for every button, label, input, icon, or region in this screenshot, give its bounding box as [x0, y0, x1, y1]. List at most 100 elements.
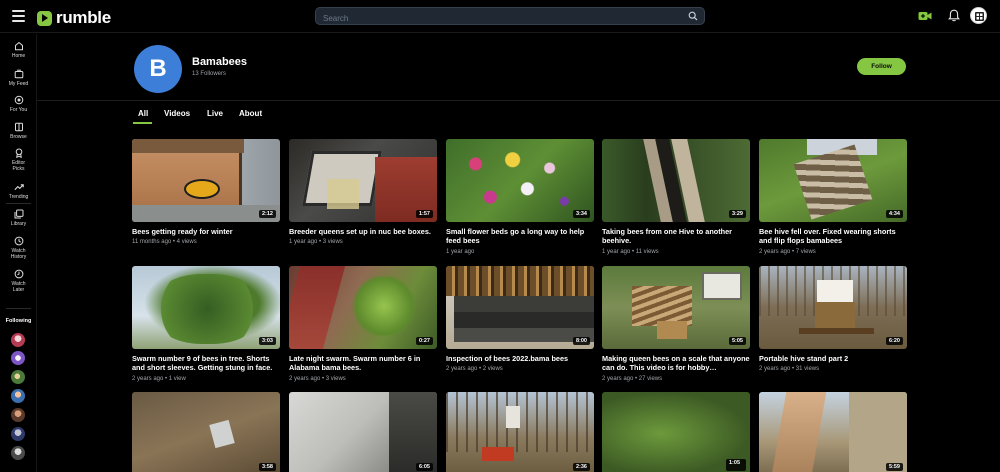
sidebar-item-browse[interactable]: Browse: [0, 122, 37, 140]
upload-video-icon[interactable]: [918, 10, 932, 22]
tab-live[interactable]: Live: [207, 109, 223, 118]
video-thumbnail[interactable]: 2:12: [132, 139, 280, 222]
video-card[interactable]: 3:29 Taking bees from one Hive to anothe…: [602, 139, 750, 256]
video-duration: 3:29: [728, 210, 746, 218]
video-meta: 2 years ago • 7 views: [759, 248, 816, 255]
video-meta: 2 years ago • 31 views: [759, 366, 820, 373]
sidebar-item-home[interactable]: Home: [0, 41, 37, 59]
video-card[interactable]: 8:00 Inspection of bees 2022.bama bees 2…: [446, 266, 594, 373]
sidebar-item-editor-picks[interactable]: Editor Picks: [0, 148, 37, 172]
video-thumbnail[interactable]: 3:34: [446, 139, 594, 222]
followed-channel-avatar[interactable]: [11, 389, 25, 403]
video-title[interactable]: Inspection of bees 2022.bama bees: [446, 354, 594, 363]
sidebar: Home My Feed For You Browse Editor Picks…: [0, 34, 37, 472]
notifications-bell-icon[interactable]: [948, 9, 960, 22]
video-thumbnail[interactable]: 5:59: [759, 392, 907, 472]
video-title[interactable]: Bee hive fell over. Fixed wearing shorts…: [759, 227, 907, 246]
video-thumbnail[interactable]: 3:29: [602, 139, 750, 222]
video-duration: 8:00: [572, 337, 590, 345]
followed-channel-avatar[interactable]: [11, 446, 25, 460]
video-thumbnail[interactable]: 1:57: [289, 139, 437, 222]
sidebar-item-watch-later[interactable]: Watch Later: [0, 269, 37, 293]
video-card[interactable]: 3:58: [132, 392, 280, 472]
sidebar-item-my-feed[interactable]: My Feed: [0, 69, 37, 87]
sidebar-item-label: For You: [9, 107, 28, 113]
home-icon: [14, 41, 23, 51]
channel-name: Bamabees: [192, 56, 248, 68]
video-thumbnail[interactable]: 2:36: [446, 392, 594, 472]
video-card[interactable]: 2:12 Bees getting ready for winter 11 mo…: [132, 139, 280, 246]
video-card[interactable]: 5:59: [759, 392, 907, 472]
video-card[interactable]: 2:36: [446, 392, 594, 472]
video-thumbnail[interactable]: 6:05: [289, 392, 437, 472]
video-card[interactable]: 3:03 Swarm number 9 of bees in tree. Sho…: [132, 266, 280, 383]
header-divider: [37, 100, 1000, 101]
search-icon[interactable]: [688, 11, 698, 21]
video-meta: 2 years ago • 27 views: [602, 375, 663, 382]
video-card[interactable]: 6:20 Portable hive stand part 2 2 years …: [759, 266, 907, 373]
feed-icon: [14, 69, 23, 79]
video-duration: 6:20: [885, 337, 903, 345]
video-title[interactable]: Taking bees from one Hive to another bee…: [602, 227, 750, 246]
video-duration: 5:59: [885, 463, 903, 471]
followed-channel-avatar[interactable]: [11, 333, 25, 347]
video-thumbnail[interactable]: 4:34: [759, 139, 907, 222]
sidebar-item-label: Editor Picks: [11, 160, 26, 172]
user-avatar[interactable]: [970, 7, 987, 24]
video-title[interactable]: Swarm number 9 of bees in tree. Shorts a…: [132, 354, 280, 373]
tab-about[interactable]: About: [239, 109, 262, 118]
followed-channel-avatar[interactable]: [11, 427, 25, 441]
search-input[interactable]: [316, 10, 704, 27]
sidebar-divider: [6, 203, 31, 204]
video-card[interactable]: 3:34 Small flower beds go a long way to …: [446, 139, 594, 256]
sidebar-item-label: Home: [11, 53, 26, 59]
video-card[interactable]: 0:27 Late night swarm. Swarm number 6 in…: [289, 266, 437, 383]
video-meta: 11 months ago • 4 views: [132, 239, 197, 246]
active-tab-indicator: [133, 122, 152, 124]
video-card[interactable]: 5:05 Making queen bees on a scale that a…: [602, 266, 750, 383]
video-title[interactable]: Small flower beds go a long way to help …: [446, 227, 594, 246]
video-duration: 1:57: [415, 210, 433, 218]
video-card[interactable]: 4:34 Bee hive fell over. Fixed wearing s…: [759, 139, 907, 256]
sidebar-item-label: Library: [10, 221, 27, 227]
video-meta: 2 years ago • 3 views: [289, 375, 346, 382]
followed-channel-avatar[interactable]: [11, 408, 25, 422]
sidebar-item-watch-history[interactable]: Watch History: [0, 236, 37, 260]
history-icon: [14, 236, 23, 246]
video-thumbnail[interactable]: 3:03: [132, 266, 280, 349]
tab-all[interactable]: All: [138, 109, 148, 118]
video-card[interactable]: 1:05: [602, 392, 750, 472]
video-duration: 6:05: [415, 463, 433, 471]
video-thumbnail[interactable]: 5:05: [602, 266, 750, 349]
video-title[interactable]: Bees getting ready for winter: [132, 227, 280, 236]
video-thumbnail[interactable]: 0:27: [289, 266, 437, 349]
sidebar-item-trending[interactable]: Trending: [0, 182, 37, 200]
video-card[interactable]: 1:57 Breeder queens set up in nuc bee bo…: [289, 139, 437, 246]
video-title[interactable]: Breeder queens set up in nuc bee boxes.: [289, 227, 437, 236]
followed-channel-avatar[interactable]: [11, 370, 25, 384]
tab-videos[interactable]: Videos: [164, 109, 190, 118]
sidebar-item-label: Browse: [10, 134, 27, 140]
video-title[interactable]: Making queen bees on a scale that anyone…: [602, 354, 750, 373]
video-duration: 5:05: [728, 337, 746, 345]
trending-icon: [13, 184, 24, 191]
video-thumbnail[interactable]: 6:20: [759, 266, 907, 349]
video-duration: 3:03: [258, 337, 276, 345]
sidebar-item-library[interactable]: Library: [0, 209, 37, 227]
video-thumbnail[interactable]: 8:00: [446, 266, 594, 349]
video-title[interactable]: Portable hive stand part 2: [759, 354, 907, 363]
follow-button[interactable]: Follow: [857, 58, 906, 75]
logo-text: rumble: [56, 8, 111, 27]
video-duration: 2:12: [258, 210, 276, 218]
followed-channel-avatar[interactable]: [11, 351, 25, 365]
menu-icon[interactable]: [12, 10, 25, 22]
video-card[interactable]: 6:05: [289, 392, 437, 472]
top-header: rumble: [0, 0, 1000, 33]
for-you-icon: [14, 95, 23, 105]
sidebar-item-for-you[interactable]: For You: [0, 95, 37, 113]
search-bar: [315, 7, 705, 27]
browse-icon: [14, 122, 23, 132]
video-title[interactable]: Late night swarm. Swarm number 6 in Alab…: [289, 354, 437, 373]
rumble-logo[interactable]: rumble: [37, 8, 111, 28]
video-thumbnail[interactable]: 3:58: [132, 392, 280, 472]
